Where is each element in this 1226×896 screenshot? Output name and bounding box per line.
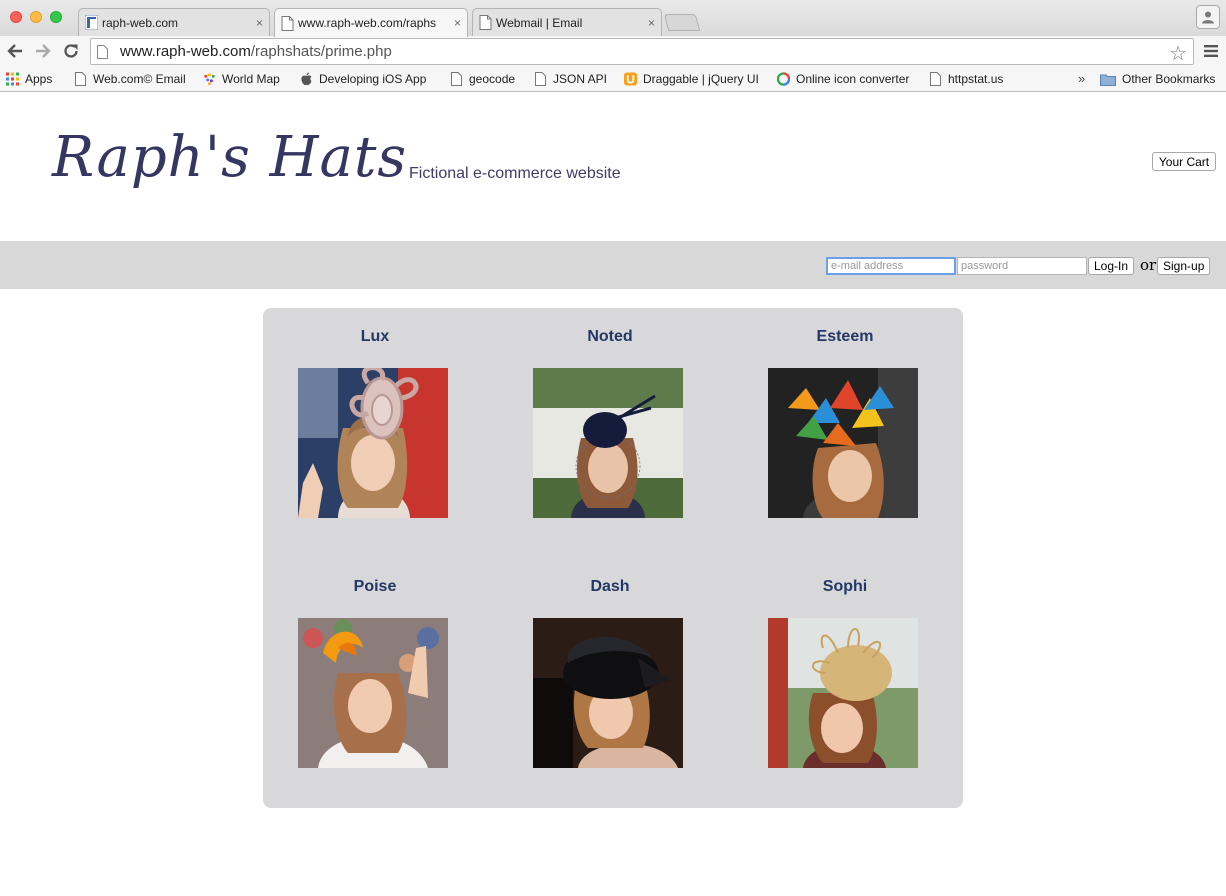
tab-close-icon[interactable]: × xyxy=(648,16,655,30)
browser-titlebar: raph-web.com × www.raph-web.com/raphs × … xyxy=(0,0,1226,37)
page-icon xyxy=(535,72,546,86)
bookmark-label: Online icon converter xyxy=(796,72,910,86)
bookmark-label: geocode xyxy=(469,72,516,86)
product-card-dash[interactable]: Dash xyxy=(533,578,683,768)
back-button[interactable] xyxy=(4,40,26,62)
page-icon xyxy=(930,72,941,86)
bookmark-label: Web.com© Email xyxy=(93,72,186,86)
product-card-poise[interactable]: Poise xyxy=(298,578,448,768)
tab-raph-web[interactable]: raph-web.com × xyxy=(78,8,270,36)
bookmark-label: Developing iOS App xyxy=(319,72,427,86)
bookmark-developing-ios-app[interactable]: Developing iOS App xyxy=(300,72,426,86)
bookmark-apps[interactable]: Apps xyxy=(6,72,52,86)
bookmark-label: Apps xyxy=(25,72,53,86)
page-icon xyxy=(281,15,294,31)
email-field[interactable] xyxy=(826,257,956,275)
bookmark-json-api[interactable]: JSON API xyxy=(534,72,607,86)
new-tab-button[interactable] xyxy=(663,14,701,31)
bookmark-star-icon[interactable]: ☆ xyxy=(1169,41,1187,66)
product-name[interactable]: Dash xyxy=(537,578,683,596)
tab-title: Webmail | Email xyxy=(496,15,583,30)
tab-webmail[interactable]: Webmail | Email × xyxy=(472,8,662,36)
page-icon xyxy=(97,44,108,59)
raph-web-favicon-icon xyxy=(85,15,98,30)
browser-toolbar: www.raph-web.com/raphshats/prime.php ☆ xyxy=(0,36,1226,68)
apps-grid-icon xyxy=(6,72,19,86)
hamburger-menu-icon xyxy=(1204,45,1218,57)
bookmark-label: JSON API xyxy=(553,72,608,86)
your-cart-button[interactable]: Your Cart xyxy=(1152,152,1216,171)
product-card-noted[interactable]: Noted xyxy=(533,328,683,518)
site-header: Raph's Hats Fictional e-commerce website… xyxy=(0,93,1226,241)
product-image-lux[interactable] xyxy=(298,368,448,518)
product-card-esteem[interactable]: Esteem xyxy=(768,328,918,518)
bookmark-label: httpstat.us xyxy=(948,72,1004,86)
product-name[interactable]: Poise xyxy=(302,578,448,596)
product-grid: Lux Noted Esteem Poise Dash Sophi xyxy=(263,308,963,808)
url-text: www.raph-web.com/raphshats/prime.php xyxy=(120,43,392,60)
browser-menu-button[interactable] xyxy=(1204,42,1218,63)
url-host: www.raph-web.com xyxy=(120,43,251,60)
product-name[interactable]: Esteem xyxy=(772,328,918,346)
person-icon xyxy=(1202,11,1214,24)
bookmark-draggable-jquery-ui[interactable]: Draggable | jQuery UI xyxy=(624,72,759,86)
converter-icon xyxy=(777,72,790,86)
page-icon xyxy=(75,72,86,86)
bookmark-geocode[interactable]: geocode xyxy=(450,72,515,86)
site-tagline: Fictional e-commerce website xyxy=(409,165,621,182)
reload-icon xyxy=(64,44,78,58)
product-name[interactable]: Lux xyxy=(302,328,448,346)
page-icon xyxy=(451,72,462,86)
bookmark-label: Draggable | jQuery UI xyxy=(643,72,759,86)
product-image-esteem[interactable] xyxy=(768,368,918,518)
page-icon xyxy=(479,15,492,30)
bookmarks-bar: Apps Web.com© Email World Map Developing… xyxy=(0,68,1226,92)
product-card-lux[interactable]: Lux xyxy=(298,328,448,518)
tab-title: raph-web.com xyxy=(102,15,179,30)
arrow-right-icon xyxy=(36,44,51,58)
bookmark-online-icon-converter[interactable]: Online icon converter xyxy=(777,72,909,86)
product-name[interactable]: Noted xyxy=(537,328,683,346)
reload-button[interactable] xyxy=(60,40,82,62)
tab-raphshats-prime[interactable]: www.raph-web.com/raphs × xyxy=(274,8,468,37)
or-separator: or xyxy=(1140,256,1157,274)
product-image-sophi[interactable] xyxy=(768,618,918,768)
tab-close-icon[interactable]: × xyxy=(454,16,461,30)
bookmark-label: World Map xyxy=(222,72,280,86)
signup-button[interactable]: Sign-up xyxy=(1157,257,1211,275)
other-bookmarks-label: Other Bookmarks xyxy=(1122,72,1216,86)
bookmark-webcom-email[interactable]: Web.com© Email xyxy=(74,72,186,86)
arrow-left-icon xyxy=(7,44,22,58)
product-name[interactable]: Sophi xyxy=(772,578,918,596)
product-image-poise[interactable] xyxy=(298,618,448,768)
close-window-button[interactable] xyxy=(10,11,22,23)
bookmark-httpstat-us[interactable]: httpstat.us xyxy=(929,72,1003,86)
world-map-icon xyxy=(204,73,215,85)
login-button[interactable]: Log-In xyxy=(1088,257,1135,275)
bookmarks-overflow-button[interactable]: » xyxy=(1078,71,1085,86)
other-bookmarks-folder[interactable]: Other Bookmarks xyxy=(1100,72,1215,86)
product-image-noted[interactable] xyxy=(533,368,683,518)
folder-icon xyxy=(1100,74,1116,86)
password-field[interactable] xyxy=(957,257,1087,275)
login-bar: Log-In or Sign-up xyxy=(0,241,1226,289)
apple-icon xyxy=(301,72,312,86)
url-path: /raphshats/prime.php xyxy=(250,43,392,60)
profile-button[interactable] xyxy=(1196,5,1220,29)
product-card-sophi[interactable]: Sophi xyxy=(768,578,918,768)
jquery-ui-icon xyxy=(624,72,637,86)
forward-button[interactable] xyxy=(32,40,54,62)
minimize-window-button[interactable] xyxy=(30,11,42,23)
tab-close-icon[interactable]: × xyxy=(256,16,263,30)
product-image-dash[interactable] xyxy=(533,618,683,768)
site-logo[interactable]: Raph's Hats xyxy=(52,125,407,190)
address-bar[interactable]: www.raph-web.com/raphshats/prime.php ☆ xyxy=(90,38,1194,65)
bookmark-world-map[interactable]: World Map xyxy=(203,72,280,86)
zoom-window-button[interactable] xyxy=(50,11,62,23)
tab-title: www.raph-web.com/raphs xyxy=(298,16,437,30)
